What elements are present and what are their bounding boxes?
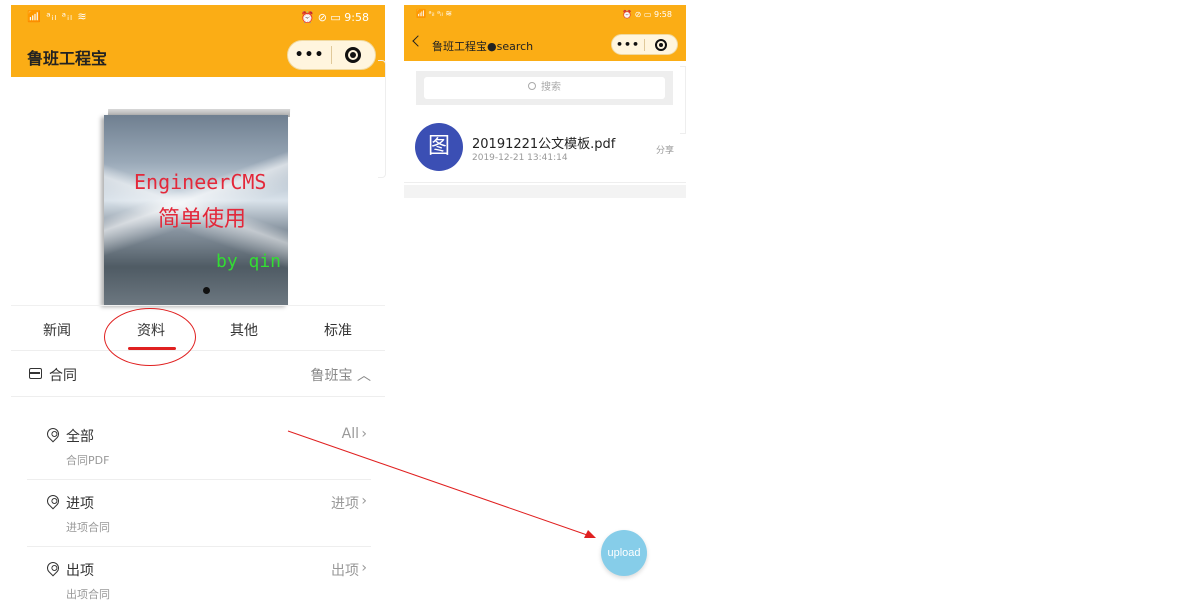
tab-news[interactable]: 新闻 [43, 320, 71, 340]
list-item-title: 出项 [66, 563, 94, 579]
search-icon [528, 82, 536, 90]
footer-gray [404, 185, 686, 198]
banner-text-2: 简单使用 [158, 207, 247, 232]
tab-other[interactable]: 其他 [230, 320, 258, 340]
upload-button[interactable]: upload [601, 530, 647, 576]
target-icon [345, 47, 362, 63]
divider [11, 396, 385, 397]
divider [27, 479, 371, 480]
tab-bar: 新闻 资料 其他 标准 [11, 305, 385, 351]
list-item-subtitle: 进项合同 [66, 521, 110, 534]
search-placeholder: 搜索 [541, 82, 561, 93]
app-header: 📶 ᵃᵢₗ ᵃᵢₗ ≋ ⏰ ⊘ ▭ 9:58 鲁班工程宝 ••• [11, 5, 385, 77]
list-item-value: 进项 [331, 496, 359, 512]
page-title: 鲁班工程宝●search [432, 40, 534, 53]
section-label: 合同 [49, 368, 77, 384]
divider [27, 546, 371, 547]
list-item-file[interactable]: 图 20191221公文模板.pdf 2019-12-21 13:41:14 分… [404, 115, 686, 183]
location-pin-icon [44, 492, 62, 510]
more-button[interactable]: ••• [288, 47, 331, 63]
status-clock: ⏰ ⊘ ▭ 9:58 [300, 11, 370, 24]
arrow-head [584, 530, 596, 538]
close-button[interactable] [645, 38, 677, 51]
more-button[interactable]: ••• [612, 38, 644, 51]
miniprogram-capsule: ••• [611, 34, 678, 55]
tab-standards[interactable]: 标准 [324, 320, 352, 340]
image-file-icon: 图 [415, 123, 463, 171]
signal-icons: 📶 ᵃᵢₗ ᵃᵢₗ ≋ [416, 9, 453, 18]
app-title: 鲁班工程宝 [27, 49, 108, 68]
signal-icons: 📶 ᵃᵢₗ ᵃᵢₗ ≋ [27, 10, 88, 23]
list-item-outgoing[interactable]: 出项 出项合同 出项 › [27, 559, 367, 600]
list-item-subtitle: 出项合同 [66, 588, 110, 600]
miniprogram-capsule: ••• [287, 40, 376, 70]
annotation-circle [104, 308, 196, 366]
screen-edge [680, 66, 686, 134]
list-item-incoming[interactable]: 进项 进项合同 进项 › [27, 492, 367, 549]
share-button[interactable]: 分享 [656, 143, 674, 156]
list-item-title: 进项 [66, 496, 94, 512]
list-item-title: 全部 [66, 429, 94, 445]
list-item-subtitle: 合同PDF [66, 454, 110, 467]
banner-carousel[interactable]: EngineerCMS 简单使用 by qin [104, 109, 291, 305]
chevron-right-icon: › [361, 560, 367, 576]
chevron-right-icon: › [361, 426, 367, 442]
list-item-value: 出项 [331, 563, 359, 579]
banner-text-3: by qin [216, 251, 282, 272]
location-pin-icon [44, 559, 62, 577]
app-header: 📶 ᵃᵢₗ ᵃᵢₗ ≋ ⏰ ⊘ ▭ 9:58 鲁班工程宝●search ••• [404, 5, 686, 61]
phone-screen-main: 📶 ᵃᵢₗ ᵃᵢₗ ≋ ⏰ ⊘ ▭ 9:58 鲁班工程宝 ••• Enginee… [11, 5, 385, 600]
banner-text-1: EngineerCMS [134, 170, 267, 194]
screen-edge [378, 60, 386, 178]
banner-image: EngineerCMS 简单使用 by qin [104, 115, 288, 305]
status-clock: ⏰ ⊘ ▭ 9:58 [622, 10, 672, 19]
target-icon [654, 38, 667, 51]
close-button[interactable] [332, 47, 375, 63]
section-toggle[interactable]: 鲁班宝 ︿ [311, 365, 371, 385]
store-icon [29, 368, 42, 379]
list-item-value: All [341, 426, 359, 442]
phone-screen-search: 📶 ᵃᵢₗ ᵃᵢₗ ≋ ⏰ ⊘ ▭ 9:58 鲁班工程宝●search ••• … [404, 5, 686, 198]
chevron-right-icon: › [361, 493, 367, 509]
file-timestamp: 2019-12-21 13:41:14 [472, 153, 568, 163]
list-item-all[interactable]: 全部 合同PDF All › [27, 425, 367, 482]
back-arrow-icon[interactable] [412, 35, 424, 47]
status-bar: 📶 ᵃᵢₗ ᵃᵢₗ ≋ ⏰ ⊘ ▭ 9:58 [11, 5, 385, 31]
carousel-indicator-dot[interactable] [203, 287, 210, 294]
section-header-contract[interactable]: 合同 鲁班宝 ︿ [27, 365, 371, 397]
file-name: 20191221公文模板.pdf [472, 137, 616, 152]
search-bar: 搜索 [416, 71, 673, 105]
location-pin-icon [44, 425, 62, 443]
search-input[interactable]: 搜索 [424, 77, 665, 99]
